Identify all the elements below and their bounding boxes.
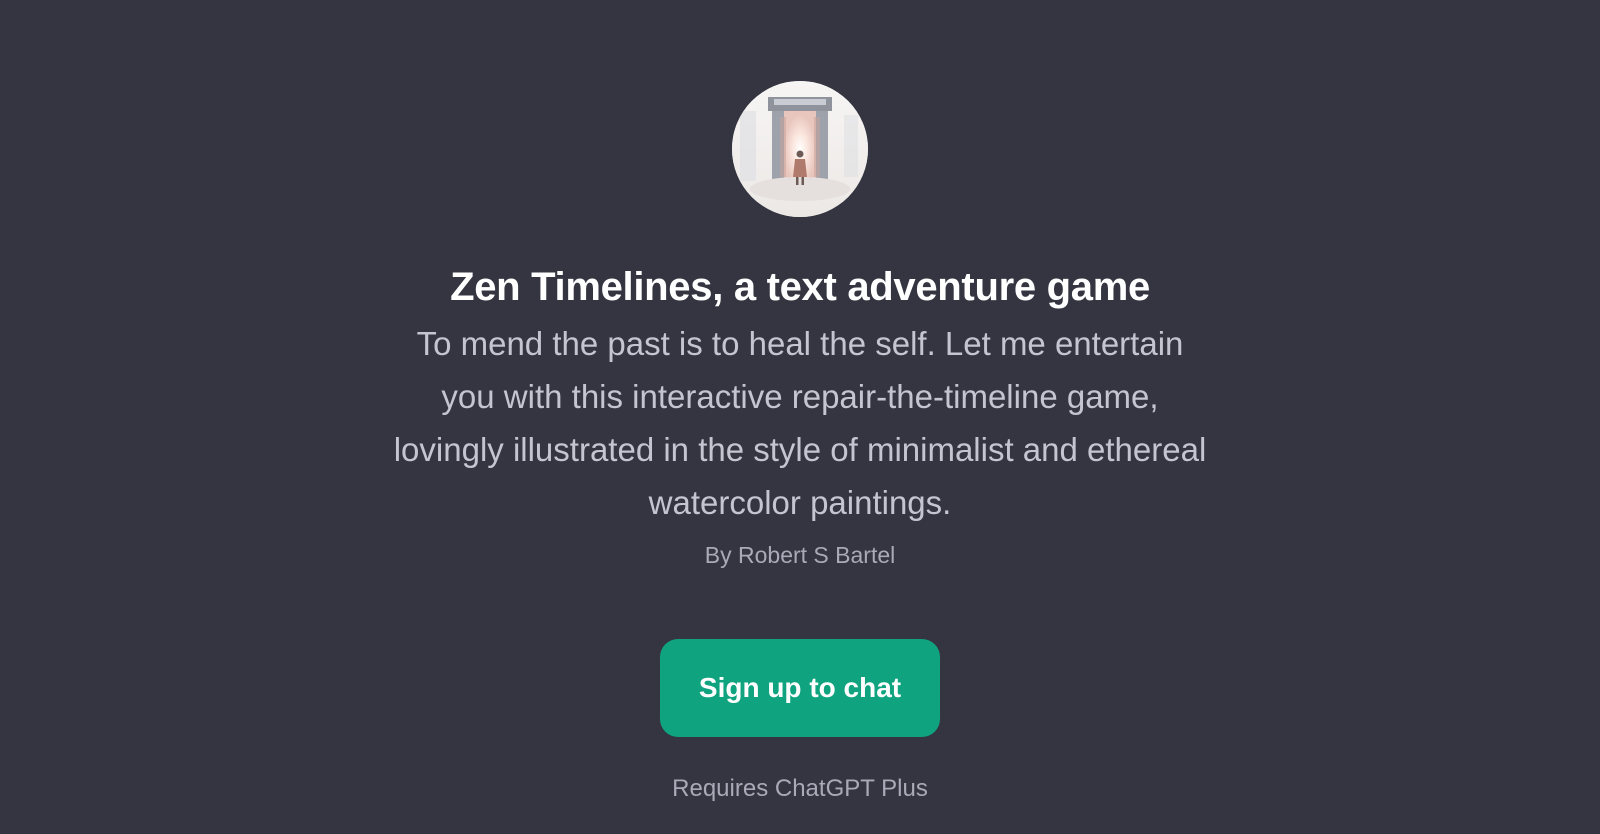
gpt-author: By Robert S Bartel xyxy=(704,542,896,568)
gpt-title: Zen Timelines, a text adventure game xyxy=(450,265,1150,309)
gpt-avatar xyxy=(732,81,868,217)
sign-up-to-chat-button[interactable]: Sign up to chat xyxy=(660,639,940,737)
gateway-watercolor-icon xyxy=(732,81,868,217)
gpt-description: To mend the past is to heal the self. Le… xyxy=(393,325,1207,521)
gpt-landing-page: Zen Timelines, a text adventure game To … xyxy=(0,0,1600,834)
plan-requirement-note: Requires ChatGPT Plus xyxy=(672,775,928,802)
